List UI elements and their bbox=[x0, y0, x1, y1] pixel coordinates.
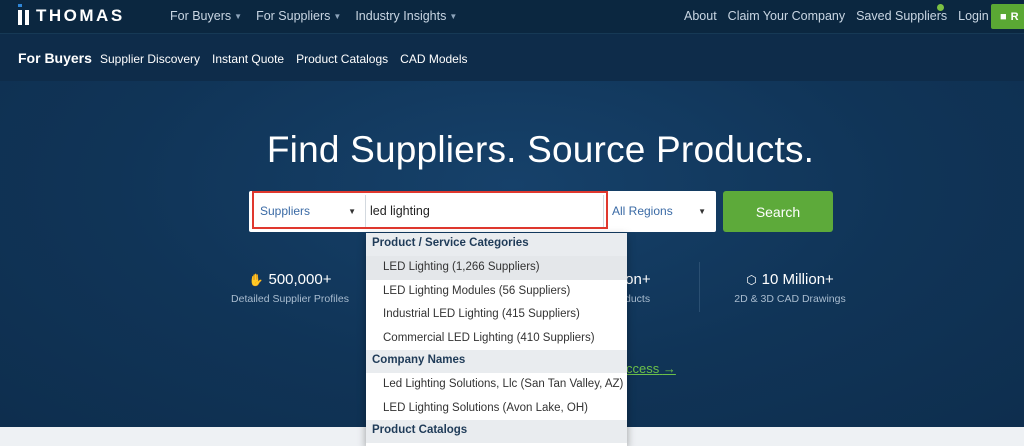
stat-label: 2D & 3D CAD Drawings bbox=[734, 293, 846, 305]
subnav-title: For Buyers bbox=[18, 50, 92, 66]
suggestion-section-header: Product Catalogs bbox=[366, 420, 627, 443]
user-icon: ■ bbox=[1000, 10, 1007, 23]
logo-text: THOMAS bbox=[36, 6, 125, 25]
suggestion-item[interactable]: Commercial LED Lighting (410 Suppliers) bbox=[366, 327, 627, 351]
region-divider bbox=[603, 195, 604, 227]
region-value: All Regions bbox=[612, 204, 673, 218]
search-input[interactable] bbox=[370, 196, 598, 226]
search-scope-select[interactable]: Suppliers ▼ bbox=[256, 196, 364, 226]
primary-nav: For Buyers ▼ For Suppliers ▼ Industry In… bbox=[170, 9, 457, 23]
nav-label: For Buyers bbox=[170, 9, 232, 23]
nav-saved-suppliers[interactable]: Saved Suppliers bbox=[856, 9, 947, 23]
stat-label: Detailed Supplier Profiles bbox=[231, 293, 349, 305]
register-label: R bbox=[1010, 10, 1019, 23]
nav-label: Industry Insights bbox=[355, 9, 447, 23]
logo-mark-icon bbox=[18, 3, 29, 25]
chevron-down-icon: ▼ bbox=[698, 206, 706, 216]
suggestion-item[interactable]: LED Lighting (1,266 Suppliers) bbox=[366, 256, 627, 280]
cube-icon: ⬡ bbox=[746, 272, 757, 287]
secondary-nav: About Claim Your Company Saved Suppliers… bbox=[684, 9, 1000, 23]
subnav-instant-quote[interactable]: Instant Quote bbox=[212, 52, 284, 66]
caret-down-icon: ▼ bbox=[449, 11, 458, 21]
suggestion-item[interactable]: LED Lighting Modules (56 Suppliers) bbox=[366, 280, 627, 304]
caret-down-icon: ▼ bbox=[234, 11, 243, 21]
top-navbar: THOMAS For Buyers ▼ For Suppliers ▼ Indu… bbox=[0, 0, 1024, 33]
region-select[interactable]: All Regions ▼ bbox=[610, 196, 712, 226]
suggestion-item[interactable]: Industrial LED Lighting (415 Suppliers) bbox=[366, 303, 627, 327]
suggestion-item[interactable]: Led Lighting Solutions, Llc (San Tan Val… bbox=[366, 373, 627, 397]
stat-value: 500,000+ bbox=[268, 271, 332, 288]
suggestion-item[interactable]: LED Lighting Solutions (Avon Lake, OH) bbox=[366, 397, 627, 421]
sub-navbar: For Buyers Supplier Discovery Instant Qu… bbox=[0, 33, 1024, 81]
suggestion-section-header: Company Names bbox=[366, 350, 627, 373]
nav-claim-company[interactable]: Claim Your Company bbox=[728, 9, 845, 23]
select-divider bbox=[365, 195, 366, 227]
suggestion-section-header: Product / Service Categories bbox=[366, 233, 627, 256]
stat-value: 10 Million+ bbox=[761, 271, 834, 288]
scope-value: Suppliers bbox=[260, 204, 311, 218]
hero-headline: Find Suppliers. Source Products. bbox=[266, 129, 815, 170]
subnav-cad-models[interactable]: CAD Models bbox=[400, 52, 467, 66]
subnav-links: Supplier Discovery Instant Quote Product… bbox=[100, 52, 468, 66]
arrow-right-icon: → bbox=[662, 361, 676, 376]
register-button[interactable]: ■ R bbox=[991, 4, 1024, 29]
search-suggestions-dropdown: Product / Service Categories LED Lightin… bbox=[366, 233, 627, 446]
nav-login[interactable]: Login bbox=[958, 9, 989, 23]
thomas-logo[interactable]: THOMAS bbox=[18, 3, 125, 27]
nav-label: For Suppliers bbox=[256, 9, 331, 23]
nav-about[interactable]: About bbox=[684, 9, 717, 23]
access-link[interactable]: ccess → bbox=[626, 361, 676, 376]
subnav-product-catalogs[interactable]: Product Catalogs bbox=[296, 52, 388, 66]
access-link-text: ccess bbox=[626, 361, 660, 376]
stat-cad: ⬡ 10 Million+ 2D & 3D CAD Drawings bbox=[700, 271, 880, 305]
chevron-down-icon: ▼ bbox=[348, 206, 356, 216]
nav-for-buyers[interactable]: For Buyers ▼ bbox=[170, 9, 242, 23]
nav-for-suppliers[interactable]: For Suppliers ▼ bbox=[256, 9, 341, 23]
handshake-icon: ✋ bbox=[248, 272, 264, 287]
saved-count-badge bbox=[936, 3, 945, 12]
nav-industry-insights[interactable]: Industry Insights ▼ bbox=[355, 9, 457, 23]
stat-suppliers: ✋ 500,000+ Detailed Supplier Profiles bbox=[220, 271, 360, 305]
search-button[interactable]: Search bbox=[723, 191, 833, 232]
caret-down-icon: ▼ bbox=[333, 11, 342, 21]
subnav-supplier-discovery[interactable]: Supplier Discovery bbox=[100, 52, 200, 66]
